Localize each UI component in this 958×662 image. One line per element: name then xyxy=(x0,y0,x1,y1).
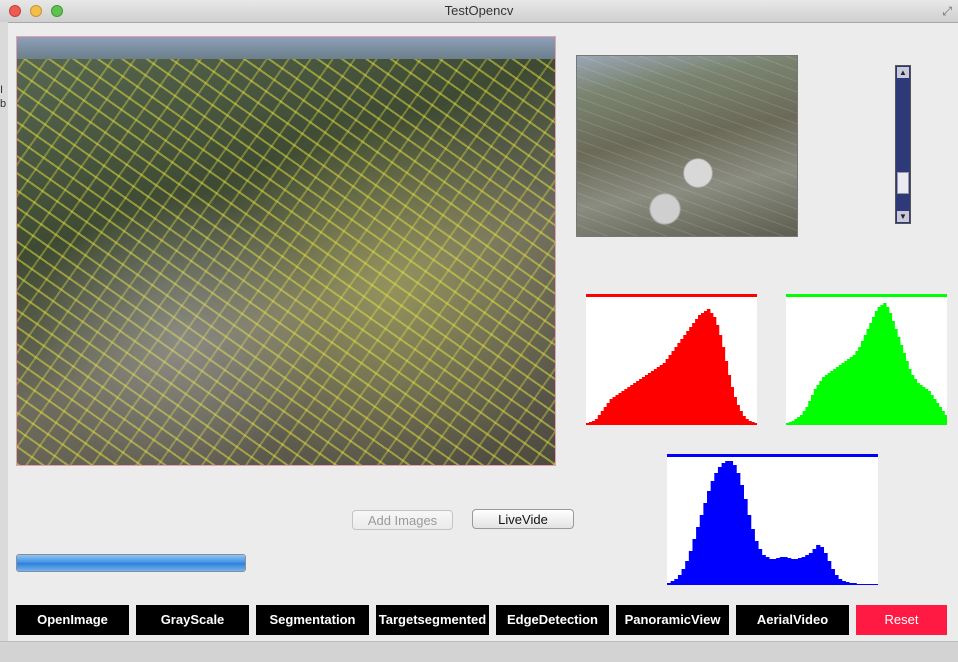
histogram-bar xyxy=(736,473,741,585)
target-segmented-button[interactable]: Targetsegmented xyxy=(376,605,489,635)
histogram-bar xyxy=(852,583,857,585)
histogram-svg xyxy=(667,454,878,585)
fullscreen-icon[interactable]: ⤢ xyxy=(942,4,952,19)
histogram-bar xyxy=(688,551,694,585)
histogram-bar xyxy=(816,545,821,585)
reset-button[interactable]: Reset xyxy=(856,605,947,635)
progress-bar xyxy=(16,554,246,572)
green-histogram xyxy=(786,294,947,425)
scroll-thumb[interactable] xyxy=(897,172,909,194)
histogram-bar xyxy=(670,581,675,585)
segmentation-button[interactable]: Segmentation xyxy=(256,605,369,635)
histogram-bar xyxy=(750,529,755,585)
grayscale-button[interactable]: GrayScale xyxy=(136,605,249,635)
histogram-bar xyxy=(874,584,878,585)
histogram-bar xyxy=(699,515,704,585)
left-edge-strip: I b xyxy=(0,22,8,661)
live-video-button[interactable]: LiveVide xyxy=(472,509,574,529)
histogram-bar xyxy=(801,557,806,585)
histogram-bar xyxy=(863,584,868,585)
histogram-bar xyxy=(797,558,803,585)
histogram-bar xyxy=(739,485,744,585)
histogram-bar xyxy=(823,553,828,585)
histogram-bar xyxy=(728,461,734,585)
progress-fill xyxy=(17,555,245,571)
histogram-bar xyxy=(681,569,686,585)
add-images-button[interactable]: Add Images xyxy=(352,510,453,530)
histogram-bar xyxy=(812,549,817,585)
histogram-bar xyxy=(667,583,672,585)
histogram-top-line xyxy=(786,294,947,297)
histogram-bar xyxy=(707,491,712,585)
edge-detection-button[interactable]: EdgeDetection xyxy=(496,605,609,635)
histogram-bar xyxy=(837,579,843,585)
histogram-bar xyxy=(674,579,679,585)
image-sky xyxy=(17,37,555,59)
histogram-bar xyxy=(834,575,839,585)
histogram-bar xyxy=(794,559,799,585)
histogram-bar xyxy=(841,581,846,585)
aerial-video-button[interactable]: AerialVideo xyxy=(736,605,849,635)
histogram-bar xyxy=(743,499,748,585)
histogram-bar xyxy=(677,575,683,585)
edge-detection-image xyxy=(16,36,556,466)
window-title: TestOpencv xyxy=(444,3,514,18)
histogram-bar xyxy=(845,582,850,585)
histogram-bar xyxy=(754,541,759,585)
histogram-bar xyxy=(710,481,715,585)
histogram-bar xyxy=(848,583,854,585)
blue-histogram xyxy=(667,454,878,585)
histogram-bar xyxy=(867,584,872,585)
histogram-bar xyxy=(819,547,825,585)
histogram-bar xyxy=(808,553,814,585)
histogram-bar xyxy=(856,584,861,585)
histogram-top-line xyxy=(586,294,757,297)
scroll-up-icon[interactable]: ▲ xyxy=(897,67,909,78)
histogram-bar xyxy=(827,561,832,585)
histogram-bar xyxy=(830,569,835,585)
histogram-bar xyxy=(717,467,723,585)
edge-text: b xyxy=(0,98,7,110)
histogram-bar xyxy=(732,465,737,585)
histogram-bar xyxy=(714,473,719,585)
histogram-bar xyxy=(692,539,697,585)
histogram-bar xyxy=(754,423,757,425)
histogram-bar xyxy=(776,558,781,585)
histogram-bar xyxy=(944,415,947,425)
histogram-bar xyxy=(787,558,792,585)
histogram-bar xyxy=(721,463,726,585)
histogram-bar xyxy=(870,584,875,585)
histogram-bar xyxy=(790,559,795,585)
histogram-bar xyxy=(761,555,766,585)
panoramic-view-button[interactable]: PanoramicView xyxy=(616,605,729,635)
histogram-bar xyxy=(703,503,708,585)
scroll-down-icon[interactable]: ▼ xyxy=(897,211,909,222)
histogram-bar xyxy=(768,559,774,585)
histogram-top-line xyxy=(667,454,878,457)
histogram-bar xyxy=(765,557,770,585)
title-bar[interactable]: TestOpencv ⤢ xyxy=(0,0,958,23)
histogram-bar xyxy=(747,515,752,585)
original-image-thumbnail xyxy=(576,55,798,237)
red-histogram xyxy=(586,294,757,425)
histogram-bar xyxy=(805,555,810,585)
histogram-svg xyxy=(786,294,947,425)
histogram-bar xyxy=(859,584,865,585)
app-window: TestOpencv ⤢ I b ▲ ▼ Add Images LiveVide… xyxy=(0,0,958,662)
histogram-bar xyxy=(783,557,788,585)
histogram-bar xyxy=(696,527,701,585)
histogram-bar xyxy=(757,549,763,585)
histogram-bar xyxy=(779,557,785,585)
histogram-svg xyxy=(586,294,757,425)
open-image-button[interactable]: OpenImage xyxy=(16,605,129,635)
vertical-scrollbar[interactable]: ▲ ▼ xyxy=(895,65,911,224)
histogram-bar xyxy=(725,461,730,585)
histogram-bar xyxy=(772,559,777,585)
histogram-bar xyxy=(685,561,690,585)
status-bar xyxy=(0,641,958,662)
edge-text: I xyxy=(0,84,4,96)
